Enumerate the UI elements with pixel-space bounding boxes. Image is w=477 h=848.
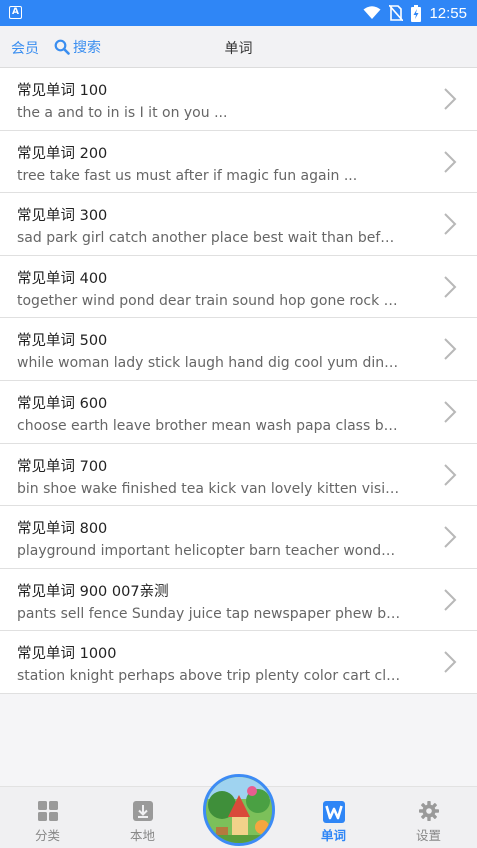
- top-nav-bar: 会员 搜索 单词: [0, 26, 477, 68]
- cartoon-avatar-image: [206, 777, 272, 843]
- list-item-title: 常见单词 500: [17, 333, 108, 350]
- status-time: 12:55: [429, 4, 467, 22]
- list-item[interactable]: 常见单词 800 playground important helicopter…: [0, 506, 477, 569]
- tab-category-label: 分类: [34, 828, 60, 843]
- gear-icon: [418, 801, 439, 821]
- search-icon: [54, 39, 70, 55]
- chevron-right-icon: [444, 88, 457, 110]
- tab-category[interactable]: 分类: [0, 787, 95, 848]
- list-item-subtitle: station knight perhaps above trip plenty…: [17, 668, 402, 685]
- chevron-right-icon: [444, 651, 457, 674]
- chevron-right-icon: [444, 589, 457, 611]
- list-item[interactable]: 常见单词 1000 station knight perhaps above t…: [0, 631, 477, 694]
- list-item[interactable]: 常见单词 500 while woman lady stick laugh ha…: [0, 318, 477, 381]
- list-item-title: 常见单词 600: [17, 395, 108, 412]
- list-item-subtitle: playground important helicopter barn tea…: [17, 543, 402, 560]
- list-item-subtitle: pants sell fence Sunday juice tap newspa…: [17, 605, 402, 622]
- tab-local-label: 本地: [129, 828, 155, 843]
- list-item[interactable]: 常见单词 300 sad park girl catch another pla…: [0, 193, 477, 256]
- chevron-right-icon: [444, 338, 457, 361]
- chevron-right-icon: [444, 401, 457, 423]
- list-item-subtitle: tree take fast us must after if magic fu…: [17, 167, 358, 184]
- battery-charging-icon: [411, 4, 422, 22]
- status-bar: A 12:55: [0, 0, 477, 26]
- list-item[interactable]: 常见单词 600 choose earth leave brother mean…: [0, 381, 477, 444]
- word-list: 常见单词 100 the a and to in is I it on you …: [0, 68, 477, 694]
- tab-local[interactable]: 本地: [95, 787, 190, 848]
- list-item-subtitle: the a and to in is I it on you ...: [17, 105, 228, 121]
- list-item-title: 常见单词 100: [17, 83, 108, 99]
- list-item-subtitle: choose earth leave brother mean wash pap…: [17, 417, 402, 434]
- download-icon: [132, 801, 153, 821]
- search-button[interactable]: 搜索: [54, 37, 101, 57]
- chevron-right-icon: [444, 213, 457, 235]
- list-item[interactable]: 常见单词 900 007亲测 pants sell fence Sunday j…: [0, 569, 477, 632]
- list-item-title: 常见单词 700: [17, 458, 108, 475]
- list-item[interactable]: 常见单词 400 together wind pond dear train s…: [0, 256, 477, 319]
- tab-settings[interactable]: 设置: [381, 787, 476, 848]
- list-item-subtitle: together wind pond dear train sound hop …: [17, 292, 402, 309]
- list-item-subtitle: bin shoe wake finished tea kick van love…: [17, 480, 402, 497]
- list-item-title: 常见单词 400: [17, 270, 108, 287]
- list-item-title: 常见单词 200: [17, 145, 108, 162]
- wifi-icon: [363, 6, 381, 19]
- list-item-subtitle: while woman lady stick laugh hand dig co…: [17, 355, 402, 372]
- list-item-title: 常见单词 300: [17, 208, 108, 225]
- list-item-subtitle: sad park girl catch another place best w…: [17, 230, 402, 247]
- center-avatar-button[interactable]: [203, 774, 275, 846]
- app-notification-icon: A: [9, 6, 22, 19]
- list-item[interactable]: 常见单词 100 the a and to in is I it on you …: [0, 68, 477, 131]
- grid-icon: [37, 801, 58, 821]
- no-sim-icon: [389, 5, 404, 21]
- member-button[interactable]: 会员: [11, 38, 39, 58]
- chevron-right-icon: [444, 526, 457, 548]
- tab-words-label: 单词: [320, 828, 346, 843]
- list-item-title: 常见单词 1000: [17, 646, 117, 663]
- chevron-right-icon: [444, 150, 457, 173]
- status-icons: 12:55: [363, 0, 467, 26]
- list-item-title: 常见单词 900 007亲测: [17, 583, 169, 600]
- list-item-title: 常见单词 800: [17, 521, 108, 538]
- search-label: 搜索: [73, 40, 101, 56]
- list-item[interactable]: 常见单词 700 bin shoe wake finished tea kick…: [0, 444, 477, 507]
- tab-settings-label: 设置: [415, 828, 441, 843]
- word-w-icon: [322, 801, 345, 823]
- list-item[interactable]: 常见单词 200 tree take fast us must after if…: [0, 131, 477, 194]
- chevron-right-icon: [444, 276, 457, 298]
- tab-words[interactable]: 单词: [286, 787, 381, 848]
- chevron-right-icon: [444, 463, 457, 486]
